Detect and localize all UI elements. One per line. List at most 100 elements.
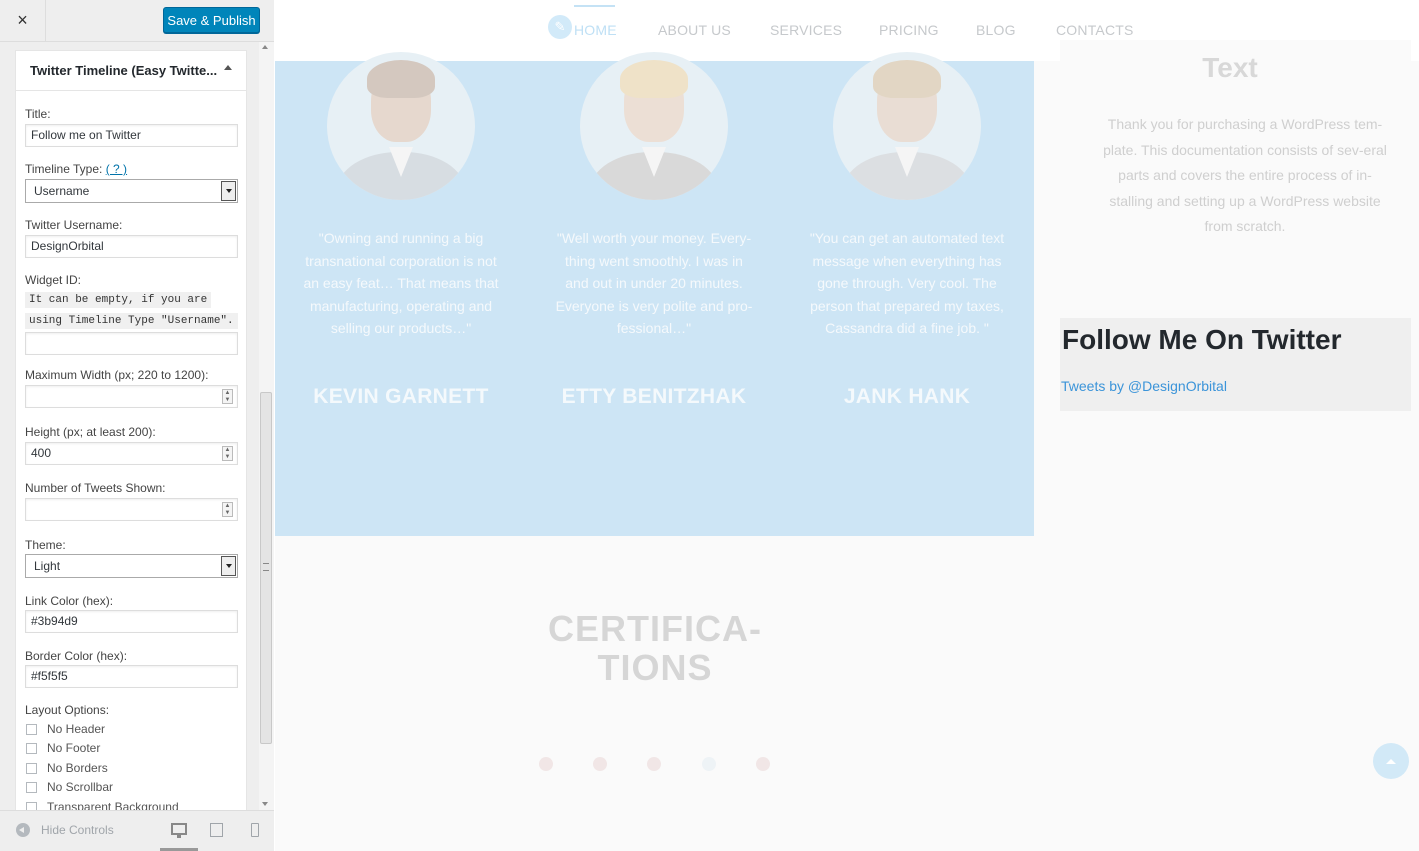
testimonial-quote: "You can get an automated text message w… xyxy=(809,230,1005,336)
checkbox-no-borders[interactable]: No Borders xyxy=(25,760,108,776)
avatar xyxy=(327,52,475,200)
testimonial-quote: "Well worth your money. Every-thing went… xyxy=(555,230,753,336)
mobile-icon[interactable] xyxy=(251,823,259,837)
arrow-up-icon xyxy=(1386,758,1396,764)
twitter-timeline-widget: Twitter Timeline (Easy Twitte... Title: … xyxy=(15,50,247,810)
checkbox-icon[interactable] xyxy=(26,742,37,754)
widget-id-label: Widget ID: xyxy=(25,273,82,287)
timeline-type-label: Timeline Type: xyxy=(25,162,103,176)
widget-id-field: Widget ID: It can be empty, if you are u… xyxy=(25,273,238,355)
tweets-count-field: Number of Tweets Shown: ▲ ▼ xyxy=(25,481,238,521)
border-color-label: Border Color (hex): xyxy=(25,649,128,663)
checkbox-label: No Scrollbar xyxy=(47,780,114,794)
spinner-icon[interactable]: ▲ ▼ xyxy=(222,446,233,461)
checkbox-no-header[interactable]: No Header xyxy=(25,721,105,737)
back-to-top-button[interactable] xyxy=(1373,743,1409,779)
checkbox-icon[interactable] xyxy=(26,723,37,735)
spinner-icon[interactable]: ▲ ▼ xyxy=(222,389,233,404)
layout-options-label: Layout Options: xyxy=(25,703,110,717)
tweets-by-link[interactable]: Tweets by @DesignOrbital xyxy=(1061,378,1227,394)
height-input[interactable]: 400 ▲ ▼ xyxy=(25,442,238,465)
nav-blog[interactable]: BLOG xyxy=(976,22,1016,38)
theme-field: Theme: Light xyxy=(25,538,238,578)
username-input[interactable]: DesignOrbital xyxy=(25,235,238,258)
tweets-count-input[interactable]: ▲ ▼ xyxy=(25,498,238,521)
certifications-title-line1: CERTIFICA- xyxy=(548,608,762,649)
timeline-type-field: Timeline Type: ( ? ) Username xyxy=(25,162,238,203)
checkbox-no-footer[interactable]: No Footer xyxy=(25,740,100,756)
active-nav-indicator xyxy=(574,5,615,7)
title-input[interactable]: Follow me on Twitter xyxy=(25,124,238,147)
twitter-widget: Follow Me On Twitter Tweets by @DesignOr… xyxy=(1060,318,1411,411)
max-width-field: Maximum Width (px; 220 to 1200): ▲ ▼ xyxy=(25,368,238,408)
timeline-type-select[interactable]: Username xyxy=(25,179,238,203)
max-width-input[interactable]: ▲ ▼ xyxy=(25,385,238,408)
tablet-icon[interactable] xyxy=(210,823,223,837)
customizer-sidebar: × Save & Publish Twitter Timeline (Easy … xyxy=(0,0,274,851)
theme-label: Theme: xyxy=(25,538,66,552)
certifications-title: CERTIFICA- TIONS xyxy=(505,609,805,687)
certification-logo xyxy=(539,757,553,771)
layout-options-field: Layout Options: xyxy=(25,703,238,718)
tweets-count-label: Number of Tweets Shown: xyxy=(25,481,166,495)
testimonial-name: JANK HANK xyxy=(843,385,971,408)
twitter-widget-title: Follow Me On Twitter xyxy=(1062,324,1342,355)
timeline-type-help-link[interactable]: ( ? ) xyxy=(106,162,127,176)
checkbox-label: No Footer xyxy=(47,741,101,755)
collapse-circle-icon xyxy=(16,823,30,837)
max-width-label: Maximum Width (px; 220 to 1200): xyxy=(25,368,209,382)
title-label: Title: xyxy=(25,107,51,121)
testimonial-name: KEVIN GARNETT xyxy=(313,385,489,408)
username-field: Twitter Username: DesignOrbital xyxy=(25,218,238,258)
hide-controls-button[interactable]: Hide Controls xyxy=(16,823,114,837)
nav-contacts[interactable]: CONTACTS xyxy=(1056,22,1134,38)
widget-id-input[interactable] xyxy=(25,332,238,355)
link-color-input[interactable]: #3b94d9 xyxy=(25,610,238,633)
certification-logo xyxy=(593,757,607,771)
certification-logo xyxy=(647,757,661,771)
theme-value: Light xyxy=(34,559,61,573)
widget-id-note-line2: using Timeline Type "Username". xyxy=(25,313,238,329)
widget-title-bar[interactable]: Twitter Timeline (Easy Twitte... xyxy=(16,51,246,91)
scrollbar-thumb[interactable] xyxy=(260,392,272,744)
dropdown-arrow-icon[interactable] xyxy=(221,556,236,576)
certifications-title-line2: TIONS xyxy=(597,647,713,688)
desktop-icon[interactable] xyxy=(171,823,187,838)
close-button[interactable]: × xyxy=(0,0,46,41)
save-publish-button[interactable]: Save & Publish xyxy=(163,7,260,33)
sidebar-scrollbar[interactable] xyxy=(259,42,274,810)
certification-logo xyxy=(702,757,716,771)
customizer-header: × Save & Publish xyxy=(0,0,274,42)
nav-services[interactable]: SERVICES xyxy=(770,22,842,38)
height-field: Height (px; at least 200): 400 ▲ ▼ xyxy=(25,425,238,465)
checkbox-icon[interactable] xyxy=(26,801,37,810)
certification-logo xyxy=(756,757,770,771)
theme-select[interactable]: Light xyxy=(25,554,238,578)
link-color-field: Link Color (hex): #3b94d9 xyxy=(25,594,238,633)
nav-about-us[interactable]: ABOUT US xyxy=(658,22,731,38)
edit-pencil-icon[interactable]: ✎ xyxy=(548,15,572,39)
avatar xyxy=(833,52,981,200)
title-field: Title: Follow me on Twitter xyxy=(25,107,238,147)
border-color-field: Border Color (hex): #f5f5f5 xyxy=(25,649,238,688)
checkbox-label: No Header xyxy=(47,722,106,736)
height-label: Height (px; at least 200): xyxy=(25,425,156,439)
checkbox-transparent-background[interactable]: Transparent Background xyxy=(25,799,179,810)
height-value: 400 xyxy=(31,446,52,460)
spinner-icon[interactable]: ▲ ▼ xyxy=(222,502,233,517)
widget-id-note-line1: It can be empty, if you are xyxy=(25,292,212,308)
username-label: Twitter Username: xyxy=(25,218,123,232)
nav-pricing[interactable]: PRICING xyxy=(879,22,939,38)
border-color-input[interactable]: #f5f5f5 xyxy=(25,665,238,688)
checkbox-icon[interactable] xyxy=(26,781,37,793)
scroll-up-arrow-icon[interactable] xyxy=(262,45,268,49)
avatar xyxy=(580,52,728,200)
dropdown-arrow-icon[interactable] xyxy=(221,181,236,201)
checkbox-no-scrollbar[interactable]: No Scrollbar xyxy=(25,779,113,795)
checkbox-icon[interactable] xyxy=(26,762,37,774)
collapse-arrow-icon[interactable] xyxy=(224,65,232,70)
scroll-down-arrow-icon[interactable] xyxy=(262,802,268,806)
close-icon: × xyxy=(17,10,28,30)
nav-home[interactable]: HOME xyxy=(574,22,617,38)
hide-controls-label: Hide Controls xyxy=(41,823,114,837)
